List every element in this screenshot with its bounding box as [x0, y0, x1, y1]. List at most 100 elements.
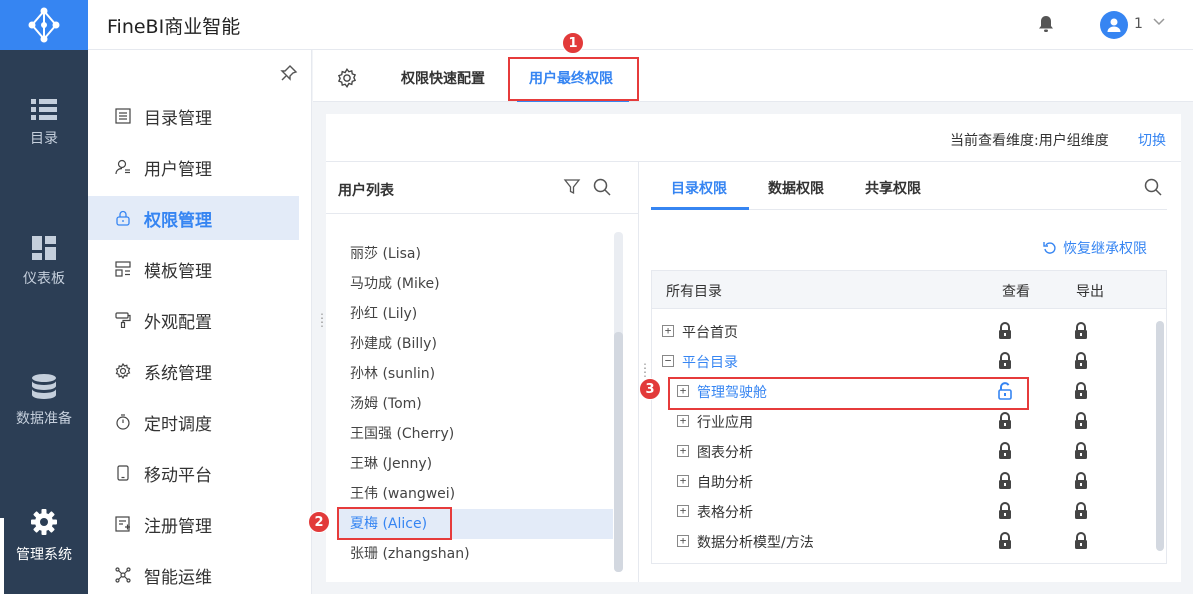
lock-icon[interactable] — [1074, 442, 1088, 464]
expand-toggle[interactable]: + — [677, 535, 689, 547]
sub-nav-item-templates[interactable]: 模板管理 — [88, 247, 299, 291]
left-nav-item-data-prep[interactable]: 数据准备 — [0, 374, 88, 428]
pin-icon[interactable] — [280, 64, 298, 86]
tree-row-label: 平台首页 — [682, 325, 738, 341]
tab-catalog-permission[interactable]: 目录权限 — [671, 178, 727, 198]
user-list-title: 用户列表 — [338, 183, 394, 199]
user-row[interactable]: 王伟 (wangwei) — [338, 479, 613, 509]
sub-nav-item-system[interactable]: 系统管理 — [88, 349, 299, 393]
restore-inherit-button[interactable]: 恢复继承权限 — [1043, 238, 1147, 258]
left-nav-label: 数据准备 — [16, 411, 72, 427]
expand-toggle[interactable]: + — [677, 445, 689, 457]
top-bar: FineBI商业智能 1 — [0, 0, 1193, 50]
lock-icon[interactable] — [998, 352, 1012, 374]
user-row[interactable]: 孙建成 (Billy) — [338, 329, 613, 359]
brush-icon — [114, 311, 132, 329]
lock-icon[interactable] — [1074, 412, 1088, 434]
lock-icon[interactable] — [998, 412, 1012, 434]
search-icon[interactable] — [593, 178, 611, 200]
collapse-toggle[interactable]: − — [662, 355, 674, 367]
search-icon[interactable] — [1144, 178, 1162, 200]
user-row[interactable]: 王琳 (Jenny) — [338, 449, 613, 479]
sub-nav-label: 定时调度 — [144, 414, 212, 435]
expand-toggle[interactable]: + — [662, 325, 674, 337]
finebi-logo-icon — [28, 7, 60, 43]
switch-dimension-link[interactable]: 切换 — [1138, 130, 1166, 150]
user-name[interactable]: 1 — [1134, 16, 1143, 32]
header-all-catalogs: 所有目录 — [666, 284, 722, 300]
user-row[interactable]: 孙林 (sunlin) — [338, 359, 613, 389]
lock-icon — [114, 209, 132, 227]
lock-icon[interactable] — [998, 472, 1012, 494]
divider — [326, 213, 638, 214]
avatar[interactable] — [1100, 11, 1128, 39]
sub-nav-item-ops[interactable]: 智能运维 — [88, 553, 299, 594]
lock-icon[interactable] — [998, 322, 1012, 344]
lock-icon[interactable] — [998, 532, 1012, 554]
user-row[interactable]: 丽莎 (Lisa) — [338, 239, 613, 269]
sub-nav-item-permissions[interactable]: 权限管理 — [88, 196, 299, 240]
left-nav-item-admin[interactable]: 管理系统 — [0, 508, 88, 564]
expand-toggle[interactable]: + — [677, 505, 689, 517]
header-export: 导出 — [1076, 284, 1104, 300]
chevron-down-icon[interactable] — [1152, 14, 1166, 32]
scrollbar-thumb[interactable] — [1156, 321, 1164, 551]
restore-icon — [1043, 242, 1056, 254]
sub-nav-label: 目录管理 — [144, 108, 212, 129]
lock-icon[interactable] — [1074, 472, 1088, 494]
sub-nav-item-mobile[interactable]: 移动平台 — [88, 451, 299, 495]
user-row[interactable]: 王国强 (Cherry) — [338, 419, 613, 449]
left-nav-label: 管理系统 — [16, 547, 72, 563]
settings-gear-icon[interactable] — [337, 68, 357, 92]
lock-icon[interactable] — [1074, 532, 1088, 554]
tree-row-label: 平台目录 — [682, 355, 738, 371]
lock-icon[interactable] — [1074, 382, 1088, 404]
user-row[interactable]: 马功成 (Mike) — [338, 269, 613, 299]
annotation-badge: 2 — [308, 511, 330, 533]
user-row[interactable]: 张珊 (zhangshan) — [338, 539, 613, 569]
expand-toggle[interactable]: + — [677, 475, 689, 487]
tree-row[interactable]: + 数据分析模型/方法 — [652, 527, 1152, 557]
sub-nav-item-users[interactable]: 用户管理 — [88, 145, 299, 189]
annotation-box — [508, 57, 639, 101]
user-icon — [114, 158, 132, 176]
left-nav-item-dashboard[interactable]: 仪表板 — [0, 236, 88, 288]
tree-row[interactable]: + 自助分析 — [652, 467, 1152, 497]
tree-row[interactable]: + 图表分析 — [652, 437, 1152, 467]
tab-data-permission[interactable]: 数据权限 — [768, 178, 824, 198]
permission-detail: 目录权限 数据权限 共享权限 恢复继承权限 所有目录 查看 导出 + 平台首页 … — [639, 161, 1181, 582]
user-row[interactable]: 孙红 (Lily) — [338, 299, 613, 329]
sub-nav-item-catalog[interactable]: 目录管理 — [88, 94, 299, 138]
tab-share-permission[interactable]: 共享权限 — [865, 178, 921, 198]
list-icon — [31, 99, 57, 120]
filter-icon[interactable] — [563, 178, 581, 200]
lock-icon[interactable] — [1074, 352, 1088, 374]
left-nav-item-catalog[interactable]: 目录 — [0, 98, 88, 148]
tree-row[interactable]: + 表格分析 — [652, 497, 1152, 527]
sub-nav-label: 智能运维 — [144, 567, 212, 588]
tree-row[interactable]: + 平台首页 — [652, 317, 1152, 347]
user-row[interactable]: 汤姆 (Tom) — [338, 389, 613, 419]
sub-nav-label: 注册管理 — [144, 516, 212, 537]
sub-nav-item-schedule[interactable]: 定时调度 — [88, 400, 299, 444]
drag-handle-icon[interactable]: ⋮ ⋮ — [316, 312, 328, 328]
tree-row-label: 行业应用 — [697, 415, 753, 431]
tab-quick-config[interactable]: 权限快速配置 — [401, 68, 485, 88]
restore-label: 恢复继承权限 — [1063, 241, 1147, 257]
tree-row[interactable]: − 平台目录 — [652, 347, 1152, 377]
lock-icon[interactable] — [1074, 322, 1088, 344]
annotation-box — [668, 377, 1029, 410]
lock-icon[interactable] — [1074, 502, 1088, 524]
tree-row[interactable]: + 行业应用 — [652, 407, 1152, 437]
sub-nav-item-appearance[interactable]: 外观配置 — [88, 298, 299, 342]
scrollbar-thumb[interactable] — [614, 332, 623, 572]
logo[interactable] — [0, 0, 88, 50]
sub-nav-label: 用户管理 — [144, 159, 212, 180]
dashboard-icon — [32, 236, 56, 260]
bell-icon[interactable] — [1038, 15, 1054, 37]
mobile-icon — [114, 464, 132, 482]
expand-toggle[interactable]: + — [677, 415, 689, 427]
lock-icon[interactable] — [998, 502, 1012, 524]
lock-icon[interactable] — [998, 442, 1012, 464]
sub-nav-item-register[interactable]: 注册管理 — [88, 502, 299, 546]
